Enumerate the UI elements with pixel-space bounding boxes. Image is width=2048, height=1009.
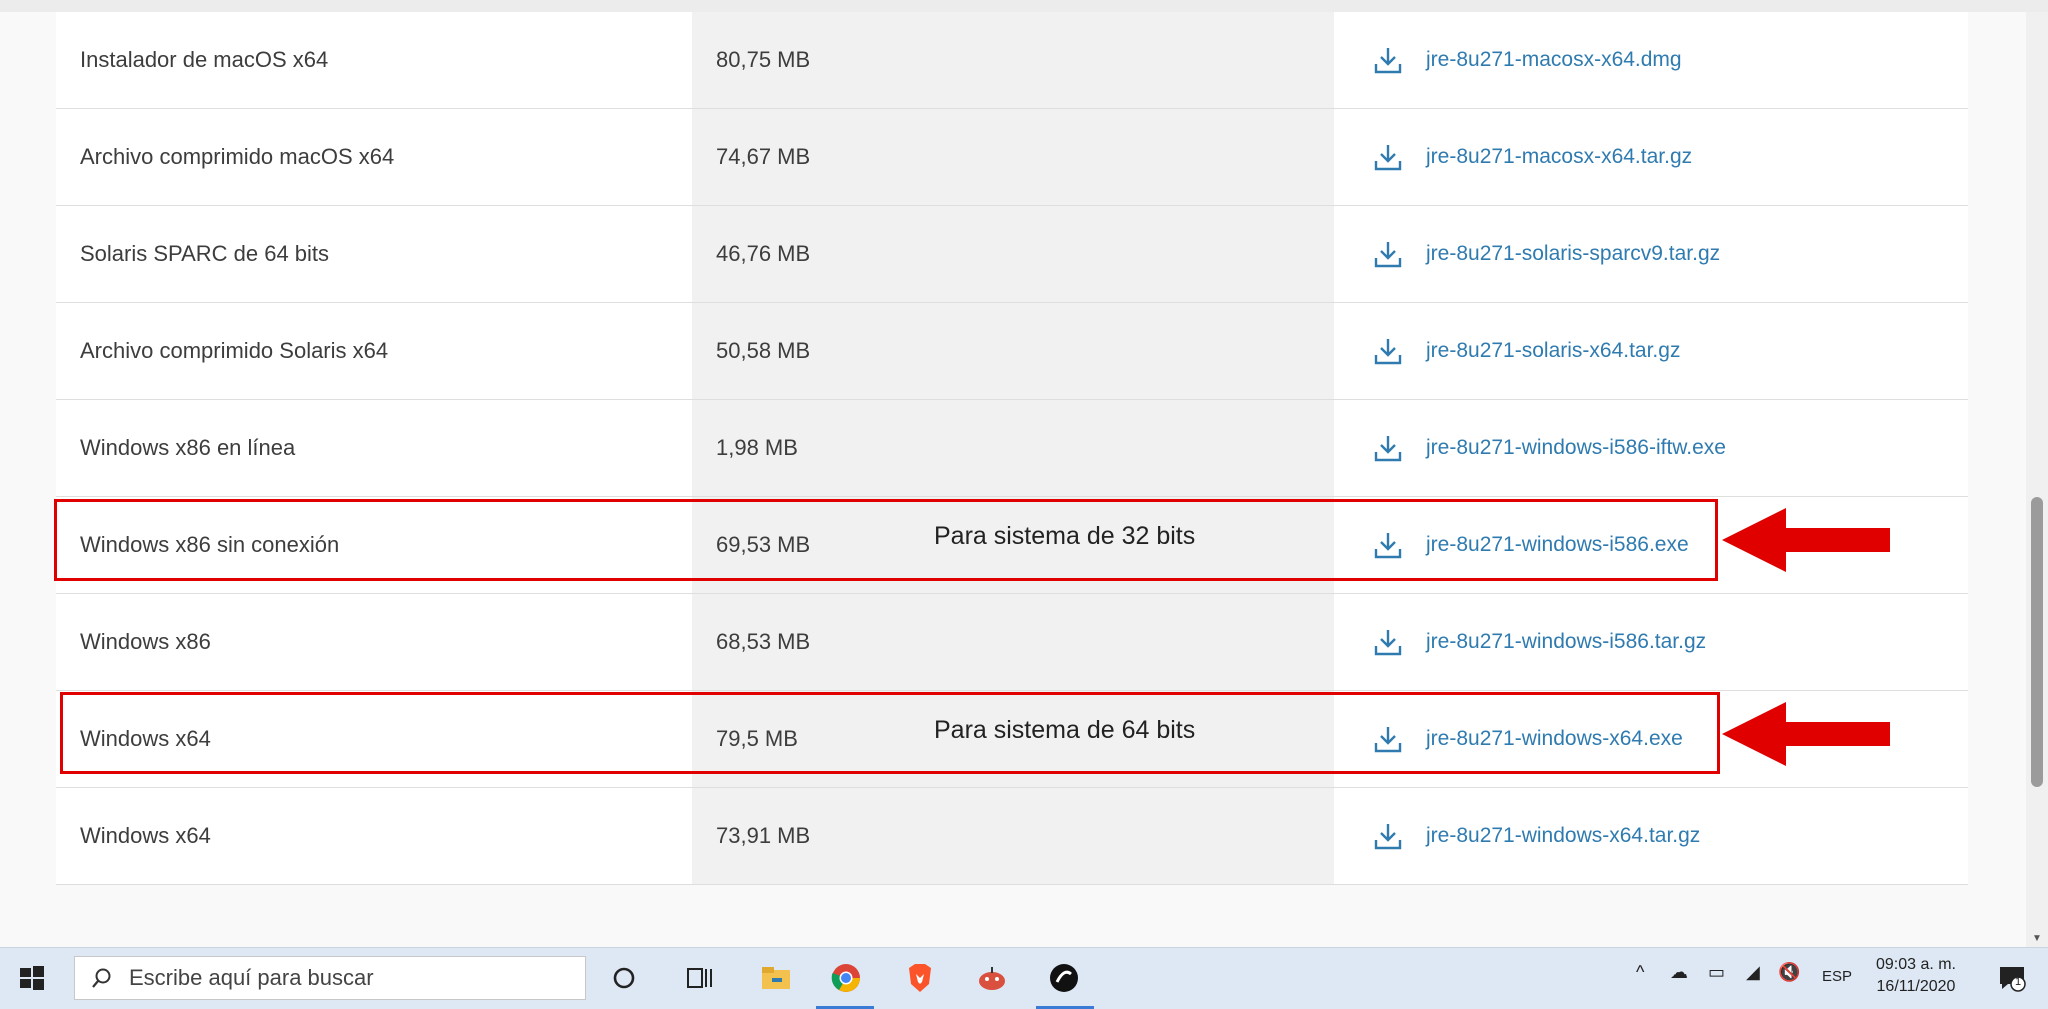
download-link[interactable]: jre-8u271-macosx-x64.tar.gz (1426, 145, 1692, 169)
product-name: Windows x86 en línea (80, 435, 296, 460)
scrollbar-thumb[interactable] (2031, 497, 2043, 787)
file-size: 46,76 MB (692, 206, 1334, 302)
file-size: 1,98 MB (692, 400, 1334, 496)
download-icon[interactable] (1372, 723, 1404, 755)
product-name: Windows x64 (80, 726, 211, 751)
search-placeholder: Escribe aquí para buscar (129, 965, 374, 990)
red-arrow-icon (1722, 702, 1890, 766)
file-size: 80,75 MB (692, 12, 1334, 108)
table-row: Solaris SPARC de 64 bits 46,76 MB jre-8u… (56, 206, 1968, 303)
table-row: Instalador de macOS x64 80,75 MB jre-8u2… (56, 12, 1968, 109)
taskbar-search[interactable]: Escribe aquí para buscar (74, 956, 586, 1000)
download-cell: jre-8u271-windows-x64.tar.gz (1334, 788, 1968, 884)
product-name: Instalador de macOS x64 (80, 47, 329, 72)
note-64bit: Para sistema de 64 bits (934, 716, 1196, 744)
clock-time: 09:03 a. m. (1875, 956, 1956, 973)
scrollbar[interactable]: ▼ (2026, 12, 2048, 948)
note-32bit: Para sistema de 32 bits (934, 522, 1196, 550)
downloads-table: Instalador de macOS x64 80,75 MB jre-8u2… (56, 12, 1968, 885)
notification-count: 1 (2015, 976, 2022, 988)
download-icon[interactable] (1372, 335, 1404, 367)
file-size: 74,67 MB (692, 109, 1334, 205)
download-link[interactable]: jre-8u271-solaris-x64.tar.gz (1426, 339, 1680, 363)
download-icon[interactable] (1372, 626, 1404, 658)
download-icon[interactable] (1372, 44, 1404, 76)
download-link[interactable]: jre-8u271-windows-x64.tar.gz (1426, 824, 1700, 848)
task-view-icon[interactable] (680, 958, 720, 998)
search-icon (92, 968, 111, 988)
table-row: Windows x86 68,53 MB jre-8u271-windows-i… (56, 594, 1968, 691)
clock[interactable]: 09:03 a. m. 16/11/2020 (1876, 954, 1956, 998)
onedrive-icon[interactable]: ☁ (1670, 962, 1688, 983)
download-icon[interactable] (1372, 238, 1404, 270)
download-cell: jre-8u271-macosx-x64.tar.gz (1334, 109, 1968, 205)
download-link[interactable]: jre-8u271-macosx-x64.dmg (1426, 48, 1682, 72)
product-name: Windows x86 sin conexión (80, 532, 340, 557)
volume-muted-icon[interactable]: 🔇 (1778, 962, 1800, 983)
file-size: 68,53 MB (692, 594, 1334, 690)
download-cell: jre-8u271-solaris-x64.tar.gz (1334, 303, 1968, 399)
file-size: 73,91 MB (692, 788, 1334, 884)
download-icon[interactable] (1372, 432, 1404, 464)
table-row: Windows x64 73,91 MB jre-8u271-windows-x… (56, 788, 1968, 885)
download-cell: jre-8u271-windows-i586-iftw.exe (1334, 400, 1968, 496)
download-icon[interactable] (1372, 529, 1404, 561)
download-link[interactable]: jre-8u271-windows-x64.exe (1426, 727, 1683, 751)
battery-icon[interactable]: ▭ (1708, 962, 1725, 983)
taskbar: Escribe aquí para buscar ^ ☁ ▭ ◢ 🔇 ESP 0… (0, 947, 2048, 1009)
product-name: Solaris SPARC de 64 bits (80, 241, 330, 266)
chrome-icon[interactable] (826, 958, 866, 998)
app-icon[interactable] (1044, 958, 1084, 998)
app-icon[interactable] (972, 958, 1012, 998)
download-icon[interactable] (1372, 820, 1404, 852)
download-cell: jre-8u271-macosx-x64.dmg (1334, 12, 1968, 108)
table-row: Archivo comprimido macOS x64 74,67 MB jr… (56, 109, 1968, 206)
download-cell: jre-8u271-solaris-sparcv9.tar.gz (1334, 206, 1968, 302)
cortana-icon[interactable] (604, 958, 644, 998)
download-cell: jre-8u271-windows-i586.tar.gz (1334, 594, 1968, 690)
windows-start-icon[interactable] (18, 964, 46, 992)
download-link[interactable]: jre-8u271-solaris-sparcv9.tar.gz (1426, 242, 1720, 266)
brave-icon[interactable] (900, 958, 940, 998)
table-row: Archivo comprimido Solaris x64 50,58 MB … (56, 303, 1968, 400)
product-name: Windows x64 (80, 823, 211, 848)
scroll-down-icon[interactable]: ▼ (2032, 933, 2042, 944)
product-name: Archivo comprimido macOS x64 (80, 144, 395, 169)
file-explorer-icon[interactable] (756, 958, 796, 998)
network-icon[interactable]: ◢ (1746, 962, 1760, 983)
download-icon[interactable] (1372, 141, 1404, 173)
download-link[interactable]: jre-8u271-windows-i586-iftw.exe (1426, 436, 1726, 460)
download-link[interactable]: jre-8u271-windows-i586.tar.gz (1426, 630, 1706, 654)
language-indicator[interactable]: ESP (1822, 968, 1852, 985)
product-name: Windows x86 (80, 629, 211, 654)
product-name: Archivo comprimido Solaris x64 (80, 338, 389, 363)
table-row: Windows x86 en línea 1,98 MB jre-8u271-w… (56, 400, 1968, 497)
notification-center-icon[interactable]: 1 (1996, 962, 2028, 994)
file-size: 50,58 MB (692, 303, 1334, 399)
red-arrow-icon (1722, 508, 1890, 572)
download-link[interactable]: jre-8u271-windows-i586.exe (1426, 533, 1689, 557)
download-page: Instalador de macOS x64 80,75 MB jre-8u2… (0, 12, 2026, 948)
show-hidden-icons[interactable]: ^ (1636, 962, 1644, 983)
clock-date: 16/11/2020 (1876, 978, 1956, 995)
